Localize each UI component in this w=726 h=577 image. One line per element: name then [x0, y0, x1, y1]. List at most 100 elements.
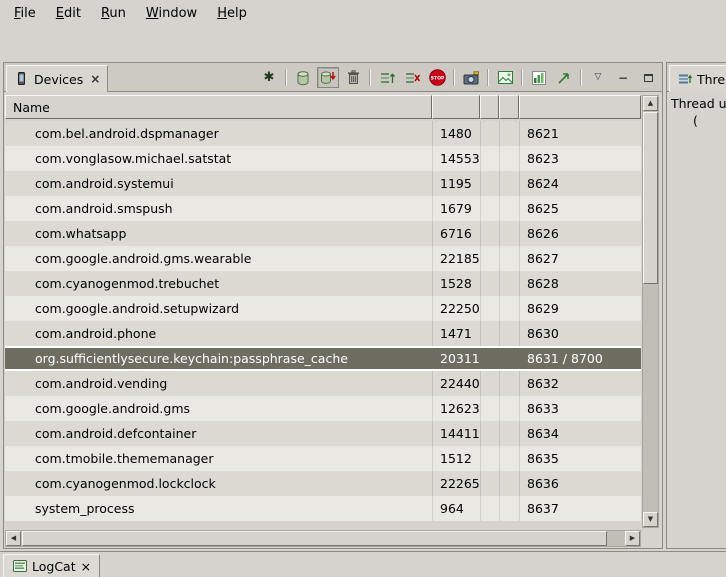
start-method-profiling-icon[interactable] [528, 67, 550, 88]
threads-message-line1: Thread up [671, 96, 726, 111]
method-profiling-trace-icon[interactable] [553, 67, 575, 88]
table-row[interactable]: com.google.android.setupwizard 22250 862… [5, 296, 641, 321]
process-port: 8637 [519, 496, 641, 521]
main-toolbar [0, 26, 726, 62]
toolbar-separator [369, 69, 371, 86]
table-row[interactable]: com.google.android.gms 12623 8633 [5, 396, 641, 421]
table-header: Name [5, 95, 641, 119]
empty-cell [499, 496, 519, 521]
table-row[interactable]: com.cyanogenmod.trebuchet 1528 8628 [5, 271, 641, 296]
process-port: 8623 [519, 146, 641, 171]
column-header-empty-2 [499, 95, 519, 119]
empty-cell [480, 121, 499, 146]
empty-cell [499, 196, 519, 221]
toolbar-separator [285, 69, 287, 86]
scroll-up-button[interactable]: ▲ [643, 96, 658, 111]
process-port: 8636 [519, 471, 641, 496]
process-port: 8631 / 8700 [519, 348, 641, 369]
close-icon[interactable]: × [81, 559, 91, 574]
maximize-icon[interactable] [637, 67, 659, 88]
process-pid: 1528 [432, 271, 480, 296]
tab-threads[interactable]: Threads [669, 65, 726, 92]
table-row[interactable]: com.android.systemui 1195 8624 [5, 171, 641, 196]
logcat-tab-label: LogCat [32, 559, 76, 574]
tab-logcat[interactable]: LogCat × [3, 554, 100, 577]
table-row[interactable]: org.sufficientlysecure.keychain:passphra… [5, 346, 641, 371]
stop-process-icon[interactable]: STOP [426, 67, 448, 88]
empty-cell [480, 348, 499, 369]
process-port: 8630 [519, 321, 641, 346]
devices-view: Devices × ✱ [3, 62, 663, 549]
up-arrow-icon: ▲ [648, 100, 653, 107]
horizontal-scroll-thumb[interactable] [22, 531, 607, 546]
debug-process-icon[interactable]: ✱ [258, 67, 280, 88]
cause-gc-trash-icon[interactable] [342, 67, 364, 88]
toolbar-separator [453, 69, 455, 86]
table-row[interactable]: com.whatsapp 6716 8626 [5, 221, 641, 246]
stop-thread-updates-icon[interactable] [401, 67, 423, 88]
table-row[interactable]: com.bel.android.dspmanager 1480 8621 [5, 121, 641, 146]
table-row[interactable]: system_process 964 8637 [5, 496, 641, 521]
empty-cell [499, 121, 519, 146]
empty-cell [480, 321, 499, 346]
empty-cell [499, 171, 519, 196]
horizontal-scrollbar[interactable]: ◀ ▶ [5, 530, 641, 547]
main-area: Devices × ✱ [0, 62, 726, 551]
toolbar-separator [521, 69, 523, 86]
dump-view-hierarchy-icon[interactable] [494, 67, 516, 88]
table-row[interactable]: com.cyanogenmod.lockclock 22265 8636 [5, 471, 641, 496]
scroll-left-button[interactable]: ◀ [6, 531, 21, 546]
empty-cell [480, 471, 499, 496]
process-name: system_process [5, 496, 432, 521]
column-header-empty-1 [480, 95, 499, 119]
devices-toolbar: ✱ STOP [258, 66, 659, 89]
menu-window[interactable]: Window [136, 2, 207, 25]
menu-help[interactable]: Help [207, 2, 257, 25]
update-heap-icon[interactable] [292, 67, 314, 88]
process-pid: 20311 [432, 348, 480, 369]
table-row[interactable]: com.vonglasow.michael.satstat 14553 8623 [5, 146, 641, 171]
process-pid: 1471 [432, 321, 480, 346]
column-header-name[interactable]: Name [5, 95, 432, 119]
close-icon[interactable]: × [88, 72, 100, 86]
down-arrow-icon: ▼ [648, 516, 653, 523]
table-row[interactable]: com.android.phone 1471 8630 [5, 321, 641, 346]
table-row[interactable]: com.google.android.gms.wearable 22185 86… [5, 246, 641, 271]
table-row[interactable]: com.tmobile.thememanager 1512 8635 [5, 446, 641, 471]
vertical-scroll-thumb[interactable] [643, 112, 658, 284]
menu-run[interactable]: Run [91, 2, 136, 25]
menu-file[interactable]: File [4, 2, 46, 25]
devices-tab-label: Devices [34, 72, 83, 87]
process-name: com.vonglasow.michael.satstat [5, 146, 432, 171]
right-arrow-icon: ▶ [630, 535, 635, 542]
process-port: 8625 [519, 196, 641, 221]
empty-cell [499, 296, 519, 321]
scroll-down-button[interactable]: ▼ [643, 512, 658, 527]
process-name: com.bel.android.dspmanager [5, 121, 432, 146]
table-row[interactable]: com.android.defcontainer 14411 8634 [5, 421, 641, 446]
update-threads-icon[interactable] [376, 67, 398, 88]
process-table: com.bel.android.dspmanager 1480 8621 com… [5, 121, 641, 521]
empty-cell [499, 246, 519, 271]
dump-hprof-icon[interactable] [317, 67, 339, 88]
left-arrow-icon: ◀ [11, 535, 16, 542]
minimize-icon[interactable]: − [612, 67, 634, 88]
logcat-icon [12, 559, 27, 574]
table-row[interactable]: com.android.vending 22440 8632 [5, 371, 641, 396]
process-pid: 22185 [432, 246, 480, 271]
menu-edit[interactable]: Edit [46, 2, 91, 25]
view-menu-icon[interactable]: ▽ [587, 67, 609, 88]
process-pid: 1480 [432, 121, 480, 146]
menu-bar: File Edit Run Window Help [0, 0, 726, 26]
tab-devices[interactable]: Devices × [6, 65, 108, 92]
process-port: 8627 [519, 246, 641, 271]
empty-cell [499, 321, 519, 346]
threads-tabbar: Threads [667, 63, 726, 92]
process-name: com.google.android.setupwizard [5, 296, 432, 321]
screen-capture-icon[interactable] [460, 67, 482, 88]
table-row[interactable]: com.android.smspush 1679 8625 [5, 196, 641, 221]
vertical-scrollbar[interactable]: ▲ ▼ [642, 95, 659, 528]
scroll-right-button[interactable]: ▶ [625, 531, 640, 546]
process-name: com.cyanogenmod.trebuchet [5, 271, 432, 296]
threads-tab-label: Threads [697, 72, 726, 87]
